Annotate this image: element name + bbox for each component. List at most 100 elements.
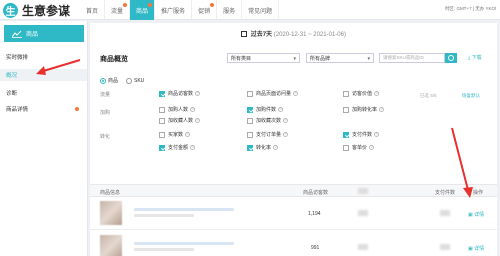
sidebar-item-diagnosis[interactable]: 诊断: [0, 87, 87, 99]
metric-checkbox[interactable]: 加购转化率?: [343, 106, 385, 113]
checkbox[interactable]: [159, 90, 165, 97]
nav-products[interactable]: 商品: [130, 0, 156, 20]
checkbox[interactable]: [247, 90, 253, 97]
date-range-prefix: 过去7天: [250, 32, 273, 38]
group-label-traffic: 流量: [100, 92, 111, 98]
checkbox[interactable]: [159, 106, 165, 113]
blurred-product-name[interactable]: [134, 208, 234, 211]
checkbox[interactable]: [247, 117, 253, 124]
download-button[interactable]: ⤓ 下载: [468, 54, 482, 61]
radio-label: 商品: [108, 78, 119, 84]
metric-checkbox[interactable]: 商品页面访问量?: [247, 90, 299, 97]
product-thumbnail[interactable]: [100, 201, 122, 225]
download-label: 下载: [471, 55, 482, 61]
sidebar-item-overview[interactable]: 概况: [0, 69, 87, 81]
restore-default-link[interactable]: 恢复默认: [462, 93, 480, 99]
search-button[interactable]: [445, 53, 457, 63]
checkbox[interactable]: [247, 131, 253, 138]
metric-checkbox[interactable]: 加收藏次数?: [247, 117, 289, 124]
help-icon[interactable]: ?: [273, 145, 279, 150]
checkbox-label: 转化率: [256, 145, 272, 151]
nav-label: 首页: [86, 8, 99, 15]
help-icon[interactable]: ?: [278, 107, 284, 112]
nav-label: 促销: [198, 8, 211, 15]
help-icon[interactable]: ?: [379, 107, 385, 112]
metric-checkbox[interactable]: 买家数?: [159, 131, 191, 138]
metric-checkbox[interactable]: 加购人数?: [159, 106, 196, 113]
chevron-down-icon: ▾: [367, 56, 370, 62]
sidebar-item-product-details[interactable]: 商品详情: [0, 103, 87, 115]
checkbox[interactable]: [159, 117, 165, 124]
help-icon[interactable]: ?: [185, 132, 191, 137]
metric-checkbox[interactable]: 客单价?: [343, 144, 375, 151]
help-icon[interactable]: ?: [195, 91, 201, 96]
brand-select[interactable]: 所有品牌 ▾: [306, 53, 374, 63]
help-icon[interactable]: ?: [190, 145, 196, 150]
checkbox-label: 支付金额: [168, 145, 189, 151]
metric-checkbox[interactable]: 商品访客数?: [159, 90, 201, 97]
metric-checkbox[interactable]: 转化率?: [247, 144, 279, 151]
blurred-product-name[interactable]: [134, 242, 234, 245]
group-label-conversion: 转化: [100, 134, 111, 140]
app-logo[interactable]: 生 生意参谋: [3, 2, 70, 19]
date-range-picker[interactable]: 过去7天 (2020-12-31 ~ 2021-01-06): [90, 29, 497, 38]
detail-link[interactable]: ▣ 详情: [468, 211, 484, 218]
radio-sku[interactable]: [126, 77, 133, 84]
radio-product[interactable]: [100, 77, 106, 84]
column-header: 商品信息: [100, 190, 121, 196]
checkbox[interactable]: [247, 106, 253, 113]
help-icon[interactable]: ?: [293, 91, 299, 96]
help-icon[interactable]: ?: [283, 132, 289, 137]
main-nav: 首页 流量 商品 推广服务 促销 服务 常见问题: [80, 0, 280, 20]
main-content: 过去7天 (2020-12-31 ~ 2021-01-06) 商品概览 所有类目…: [90, 23, 497, 256]
checkbox[interactable]: [343, 144, 349, 151]
column-header[interactable]: 商品访客数: [303, 189, 328, 196]
detail-link[interactable]: ▣ 详情: [468, 245, 484, 252]
search-input[interactable]: 请搜索SKU或商品ID: [379, 53, 445, 63]
help-icon[interactable]: ?: [195, 118, 201, 123]
column-header[interactable]: 支付件数: [435, 189, 455, 196]
product-thumbnail[interactable]: [100, 235, 122, 256]
checkbox-label: 买家数: [168, 132, 184, 138]
group-label-cart: 加购: [100, 110, 111, 116]
sidebar-header[interactable]: 商品: [4, 25, 84, 42]
checkbox[interactable]: [159, 144, 165, 151]
metric-checkbox[interactable]: 加收藏人数?: [159, 117, 201, 124]
checkbox-label: 加购人数: [168, 107, 189, 113]
nav-faq[interactable]: 常见问题: [242, 0, 280, 20]
metric-checkbox[interactable]: 访客价值?: [343, 90, 380, 97]
metric-checkbox[interactable]: 支付金额?: [159, 144, 196, 151]
search-placeholder: 请搜索SKU或商品ID: [383, 55, 424, 60]
nav-home[interactable]: 首页: [80, 0, 106, 20]
checkbox[interactable]: [343, 106, 349, 113]
checkbox[interactable]: [343, 90, 349, 97]
checkbox-label: 加收藏次数: [256, 118, 282, 124]
help-icon[interactable]: ?: [190, 107, 196, 112]
help-icon[interactable]: ?: [369, 145, 375, 150]
detail-label: 详情: [474, 212, 485, 218]
checkbox[interactable]: [343, 131, 349, 138]
category-select[interactable]: 所有类目 ▾: [227, 53, 300, 63]
checkbox[interactable]: [159, 131, 165, 138]
checkbox-label: 支付件数: [352, 132, 373, 138]
help-icon[interactable]: ?: [374, 91, 380, 96]
table-row: 991 ▣ 详情: [90, 231, 497, 256]
sidebar-item-realtime[interactable]: 实时微排: [0, 51, 87, 63]
notification-dot: [75, 107, 79, 111]
nav-service[interactable]: 服务: [217, 0, 243, 20]
metric-checkbox[interactable]: 支付件数?: [343, 131, 380, 138]
table-header: 商品信息 商品访客数 支付件数 操作: [90, 184, 497, 197]
notification-dot: [148, 3, 153, 7]
checkbox[interactable]: [247, 144, 253, 151]
chart-icon: [12, 30, 22, 38]
nav-label: 服务: [223, 8, 236, 15]
metric-checkbox[interactable]: 支付订单量?: [247, 131, 289, 138]
blurred-product-id: [134, 248, 194, 251]
help-icon[interactable]: ?: [374, 132, 380, 137]
metric-checkbox[interactable]: 加购件数?: [247, 106, 284, 113]
nav-sales-promo[interactable]: 促销: [192, 0, 218, 20]
help-icon[interactable]: ?: [283, 118, 289, 123]
nav-promotion-service[interactable]: 推广服务: [155, 0, 193, 20]
nav-traffic[interactable]: 流量: [105, 0, 131, 20]
sidebar-item-label: 商品详情: [6, 107, 29, 113]
